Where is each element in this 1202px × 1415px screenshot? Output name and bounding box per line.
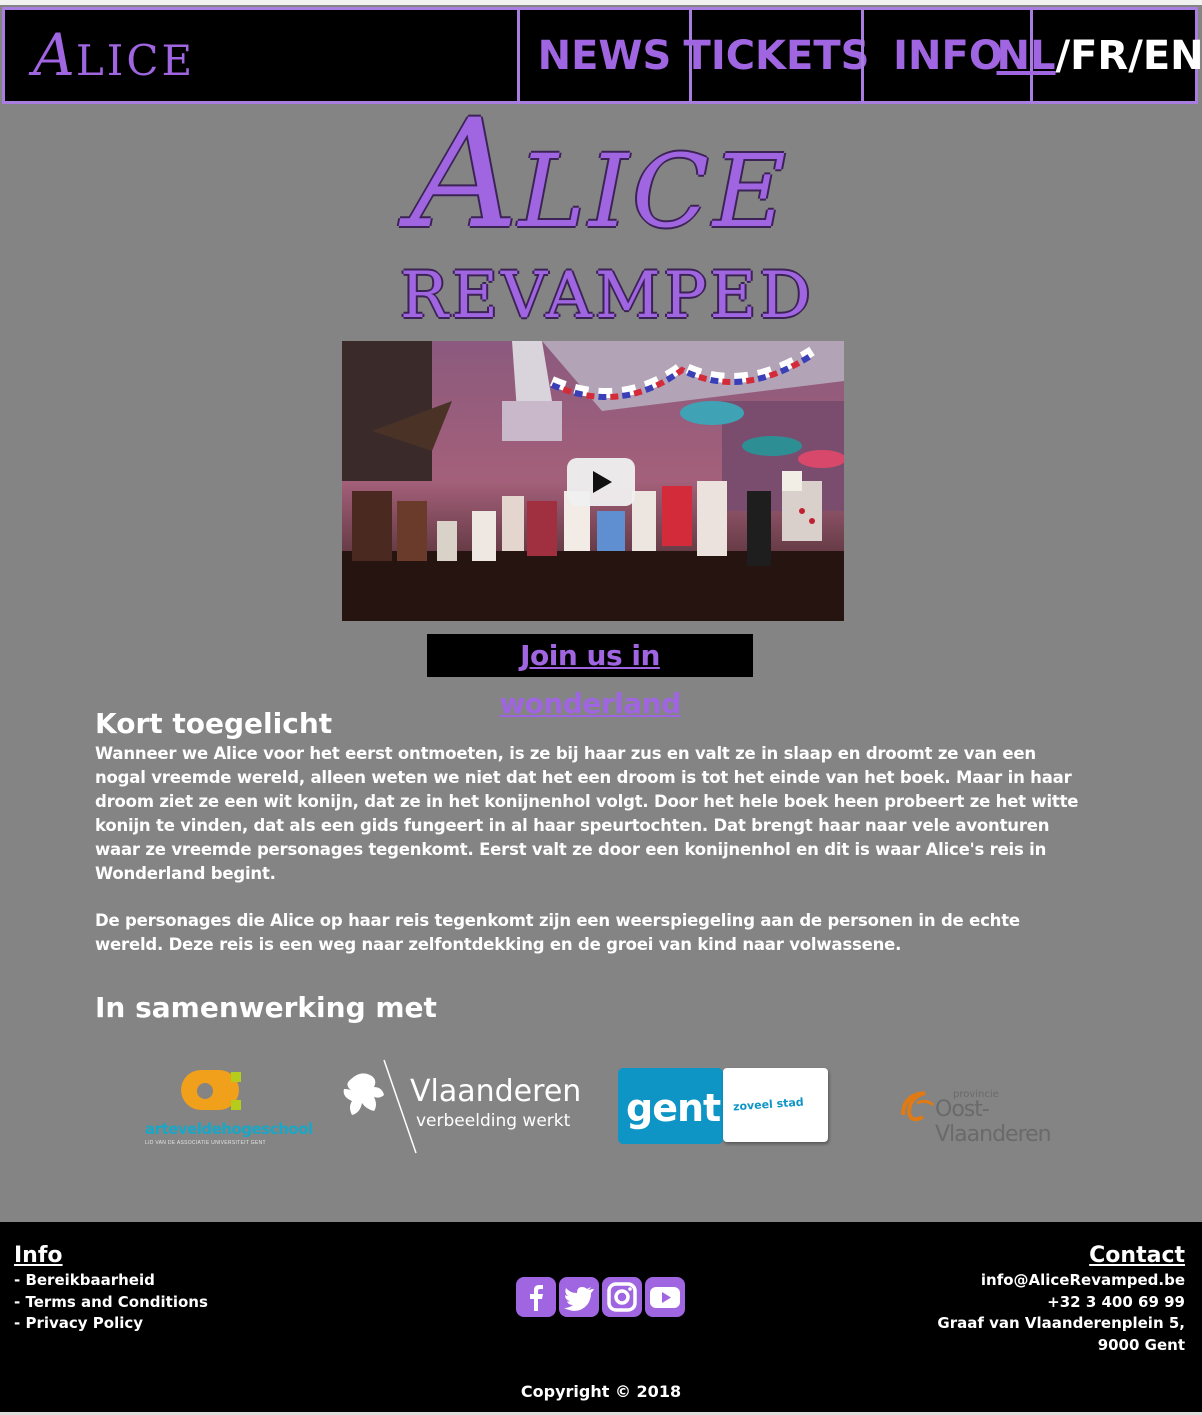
hero-title-rest: LICE: [518, 133, 790, 250]
video-player[interactable]: [342, 341, 844, 621]
hero-logo: ALICE REVAMPED: [400, 100, 811, 331]
nav-item-tickets[interactable]: TICKETS: [684, 7, 869, 104]
footer-link-terms[interactable]: - Terms and Conditions: [14, 1292, 208, 1314]
nav-logo[interactable]: ALICE: [33, 20, 195, 90]
intro-paragraph-2: De personages die Alice op haar reis teg…: [95, 911, 1020, 954]
nav-item-news[interactable]: NEWS: [517, 7, 689, 104]
nav-logo-rest: LICE: [75, 36, 196, 85]
partner-oost-vlaanderen-logo[interactable]: provincie Oost-Vlaanderen: [895, 1085, 1095, 1147]
footer-info-heading[interactable]: Info: [14, 1242, 208, 1270]
hero-subtitle: REVAMPED: [400, 259, 814, 333]
lang-separator: /: [1055, 32, 1071, 79]
facebook-icon[interactable]: [516, 1277, 556, 1317]
page: ALICE NEWS TICKETS INFO NL/FR/ENG ALICE …: [0, 0, 1202, 1415]
footer-contact-heading[interactable]: Contact: [937, 1242, 1185, 1270]
nav-logo-initial: A: [33, 21, 76, 89]
lang-separator: /: [1128, 32, 1143, 79]
play-icon: [593, 471, 612, 493]
intro-section: Kort toegelicht Wanneer we Alice voor he…: [95, 706, 1090, 957]
oost-vlaanderen-name: Oost-Vlaanderen: [935, 1097, 1052, 1147]
intro-heading: Kort toegelicht: [95, 707, 333, 740]
join-banner: Join us in wonderland: [427, 634, 753, 720]
contact-email[interactable]: info@AliceRevamped.be: [937, 1270, 1185, 1292]
instagram-icon[interactable]: [602, 1277, 642, 1317]
hero-title: ALICE: [400, 100, 800, 267]
vlaanderen-lion-icon: [343, 1059, 417, 1154]
partners-heading: In samenwerking met: [95, 991, 437, 1024]
vlaanderen-tagline: verbeelding werkt: [416, 1111, 571, 1131]
lang-fr-link[interactable]: FR: [1070, 33, 1128, 79]
footer-link-privacy[interactable]: - Privacy Policy: [14, 1313, 208, 1335]
navbar: ALICE NEWS TICKETS INFO NL/FR/ENG: [2, 7, 1202, 104]
footer-contact: Contact info@AliceRevamped.be +32 3 400 …: [937, 1242, 1185, 1356]
lang-eng-link[interactable]: ENG: [1143, 33, 1202, 79]
language-switcher: NL/FR/ENG: [997, 7, 1202, 104]
intro-paragraph-1: Wanneer we Alice voor het eerst ontmoete…: [95, 744, 1079, 883]
partner-artevelde-logo[interactable]: arteveldehogeschool LID VAN DE ASSOCIATI…: [145, 1070, 313, 1150]
copyright: Copyright © 2018: [520, 1382, 682, 1401]
social-links: [516, 1277, 685, 1317]
artevelde-name: arteveldehogeschool: [145, 1120, 313, 1138]
vlaanderen-name: Vlaanderen: [410, 1074, 582, 1109]
gent-tagline: zoveel stad: [732, 1095, 805, 1114]
partner-vlaanderen-logo[interactable]: Vlaanderen verbeelding werkt: [340, 1055, 582, 1155]
top-border: [0, 0, 1202, 5]
artevelde-tagline: LID VAN DE ASSOCIATIE UNIVERSITEIT GENT: [145, 1140, 266, 1146]
artevelde-mark-icon: [181, 1070, 241, 1110]
contact-phone[interactable]: +32 3 400 69 99: [937, 1292, 1185, 1314]
gent-name: gent:: [626, 1086, 735, 1130]
partner-gent-logo[interactable]: gent: zoveel stad: [618, 1068, 830, 1144]
gent-blue-block: gent:: [618, 1068, 735, 1144]
gent-white-block: zoveel stad: [723, 1068, 828, 1142]
footer-info: Info - Bereikbaarheid - Terms and Condit…: [14, 1242, 208, 1335]
lang-nl-link[interactable]: NL: [997, 33, 1056, 79]
contact-address-line-1: Graaf van Vlaanderenplein 5,: [937, 1314, 1185, 1332]
youtube-icon[interactable]: [645, 1277, 685, 1317]
oost-vlaanderen-swirl-icon: [901, 1091, 935, 1122]
hero-title-initial: A: [410, 88, 519, 262]
footer-link-bereikbaarheid[interactable]: - Bereikbaarheid: [14, 1270, 208, 1292]
footer: Info - Bereikbaarheid - Terms and Condit…: [0, 1222, 1202, 1412]
contact-address-line-2: 9000 Gent: [1097, 1335, 1185, 1354]
twitter-icon[interactable]: [559, 1277, 599, 1317]
play-button[interactable]: [567, 458, 635, 506]
